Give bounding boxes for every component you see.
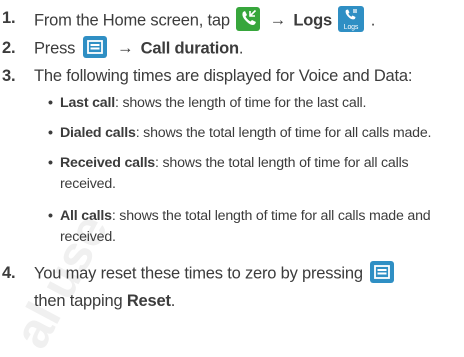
bullet-dot: • — [48, 125, 53, 141]
step-number: 3. — [2, 67, 16, 85]
bullet-desc-cont: received. — [60, 229, 116, 245]
bullet-desc: : shows the total length of time for all… — [155, 155, 409, 171]
step-text: Press — [34, 39, 76, 58]
bullet-dot: • — [48, 95, 53, 111]
call-duration-label: Call duration — [140, 39, 239, 58]
step-text: The following times are displayed for Vo… — [34, 67, 413, 85]
step-number: 2. — [2, 39, 16, 57]
bullet-desc: : shows the total length of time for all… — [111, 208, 431, 224]
step-number: 1. — [2, 9, 16, 27]
bullet-term: Dialed calls — [60, 125, 136, 141]
svg-text:Logs: Logs — [344, 24, 359, 31]
arrow-icon: → — [116, 39, 134, 58]
bullet-desc-cont: received. — [60, 176, 116, 192]
arrow-icon: → — [269, 11, 287, 30]
reset-label: Reset — [126, 292, 171, 310]
step-text: From the Home screen, tap — [34, 11, 230, 30]
phone-icon — [236, 7, 261, 31]
bullet-desc: : shows the total length of time for all… — [135, 125, 432, 141]
manual-page: al use 1. From the Home screen, tap → Lo… — [0, 0, 464, 357]
logs-label: Logs — [293, 11, 332, 30]
menu-icon — [82, 36, 107, 58]
bullet-term: Last call — [60, 95, 115, 111]
bullet-dot: • — [48, 155, 53, 171]
step-number: 4. — [2, 264, 16, 282]
menu-icon — [370, 261, 395, 283]
bullet-dot: • — [48, 208, 53, 224]
bullet-term: All calls — [60, 208, 112, 224]
bullet-term: Received calls — [60, 155, 156, 171]
step-text: You may reset these times to zero by pre… — [34, 264, 363, 283]
step-text: then tapping — [34, 292, 123, 310]
logs-icon: Logs — [338, 6, 365, 32]
bullet-desc: : shows the length of time for the last … — [114, 95, 367, 111]
